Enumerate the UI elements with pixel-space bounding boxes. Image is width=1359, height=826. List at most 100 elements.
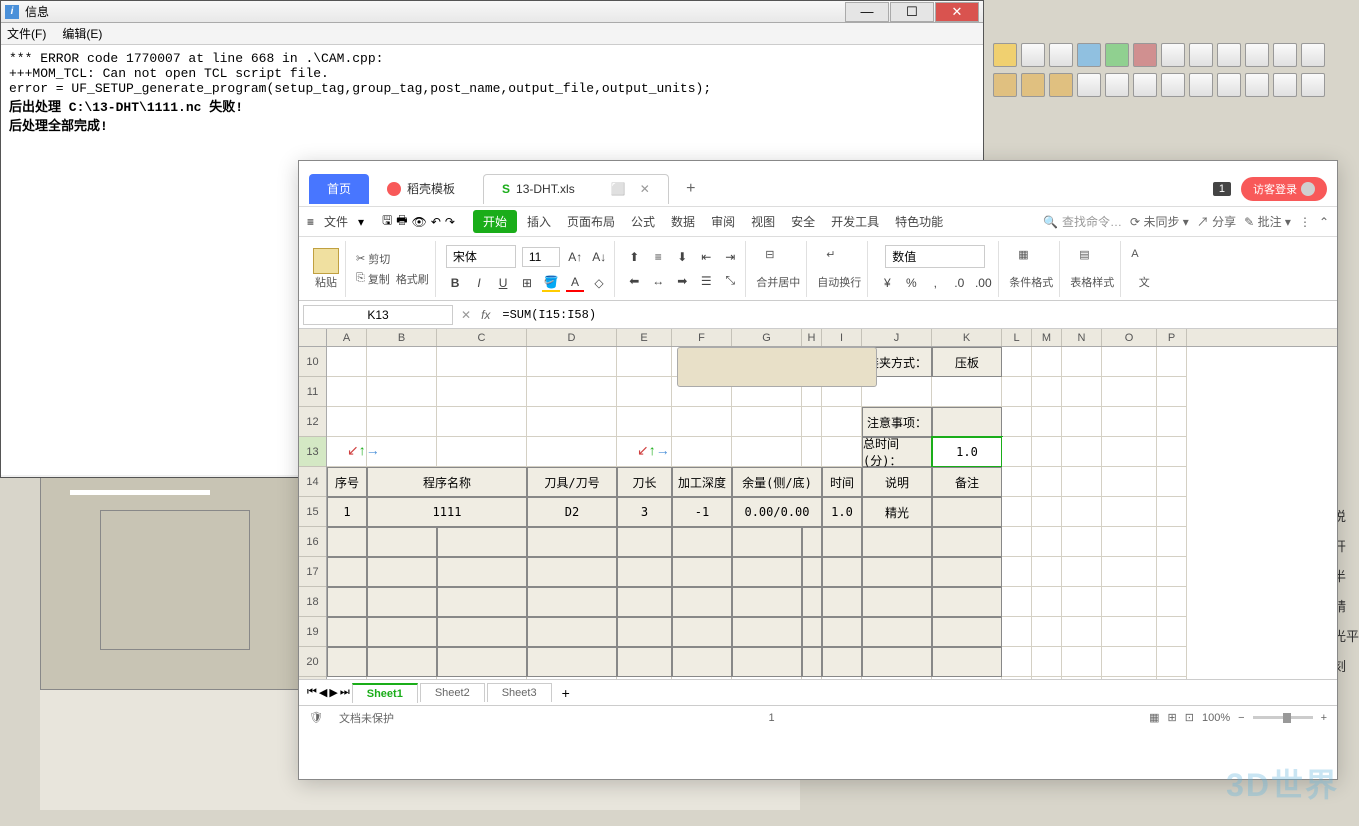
cell-J18[interactable] <box>862 587 932 617</box>
view-page-icon[interactable]: ⊞ <box>1168 711 1177 724</box>
cad-tool-btn[interactable] <box>1245 73 1269 97</box>
cell-O14[interactable] <box>1102 467 1157 497</box>
tab-template[interactable]: 稻壳模板 <box>369 174 473 204</box>
table-style-button[interactable]: ▤ 表格样式 <box>1070 248 1114 290</box>
font-color-button[interactable]: A <box>566 274 584 292</box>
dec-dec-icon[interactable]: .00 <box>974 274 992 292</box>
cell-I21[interactable] <box>822 677 862 679</box>
cell-J21[interactable] <box>862 677 932 679</box>
info-titlebar[interactable]: i 信息 — ☐ ✕ <box>1 1 983 23</box>
cell-D14[interactable]: 刀具/刀号 <box>527 467 617 497</box>
menu-edit[interactable]: 编辑(E) <box>62 25 102 42</box>
cell-P15[interactable] <box>1157 497 1187 527</box>
cell-L19[interactable] <box>1002 617 1032 647</box>
align-bot-icon[interactable]: ⬇ <box>673 248 691 266</box>
align-top-icon[interactable]: ⬆ <box>625 248 643 266</box>
fx-cancel-icon[interactable]: ✕ <box>457 308 475 322</box>
cell-C20[interactable] <box>437 647 527 677</box>
cond-fmt-button[interactable]: ▦ 条件格式 <box>1009 248 1053 290</box>
cell-B20[interactable] <box>367 647 437 677</box>
cell-E15[interactable]: 3 <box>617 497 672 527</box>
cad-tool-btn[interactable] <box>1049 73 1073 97</box>
cell-D18[interactable] <box>527 587 617 617</box>
col-header-B[interactable]: B <box>367 329 437 346</box>
italic-button[interactable]: I <box>470 274 488 292</box>
sheet-tab-3[interactable]: Sheet3 <box>487 683 552 702</box>
col-header-D[interactable]: D <box>527 329 617 346</box>
cell-G17[interactable] <box>732 557 802 587</box>
cell-K14[interactable]: 备注 <box>932 467 1002 497</box>
wps-titlebar[interactable] <box>299 161 1337 171</box>
cell-L13[interactable] <box>1002 437 1032 467</box>
cell-N19[interactable] <box>1062 617 1102 647</box>
col-header-O[interactable]: O <box>1102 329 1157 346</box>
cad-tool-btn[interactable] <box>1189 43 1213 67</box>
cell-K17[interactable] <box>932 557 1002 587</box>
cell-E17[interactable] <box>617 557 672 587</box>
cad-tool-btn[interactable] <box>1301 73 1325 97</box>
cell-N13[interactable] <box>1062 437 1102 467</box>
col-header-K[interactable]: K <box>932 329 1002 346</box>
menu-review[interactable]: 审阅 <box>705 210 741 233</box>
cell-K16[interactable] <box>932 527 1002 557</box>
cell-O12[interactable] <box>1102 407 1157 437</box>
cell-C11[interactable] <box>437 377 527 407</box>
cell-P11[interactable] <box>1157 377 1187 407</box>
indent-dec-icon[interactable]: ⇤ <box>697 248 715 266</box>
cell-E21[interactable] <box>617 677 672 679</box>
cell-D21[interactable] <box>527 677 617 679</box>
cad-tool-btn[interactable] <box>993 43 1017 67</box>
row-header-12[interactable]: 12 <box>299 407 326 437</box>
cut-button[interactable]: ✂ 剪切 <box>356 251 390 267</box>
more-icon[interactable]: ⋮ <box>1299 215 1311 229</box>
zoom-label[interactable]: 100% <box>1202 712 1230 724</box>
wrap-button[interactable]: ↵ 自动换行 <box>817 248 861 290</box>
collapse-icon[interactable]: ⌃ <box>1319 215 1329 229</box>
sheet-nav-next-icon[interactable]: ▶ <box>329 686 337 699</box>
comma-icon[interactable]: , <box>926 274 944 292</box>
cell-O20[interactable] <box>1102 647 1157 677</box>
close-button[interactable]: ✕ <box>935 2 979 22</box>
cell-L11[interactable] <box>1002 377 1032 407</box>
menu-special[interactable]: 特色功能 <box>889 210 949 233</box>
cell-I13[interactable] <box>822 437 862 467</box>
cell-J16[interactable] <box>862 527 932 557</box>
cell-O13[interactable] <box>1102 437 1157 467</box>
cell-M14[interactable] <box>1032 467 1062 497</box>
cell-M10[interactable] <box>1032 347 1062 377</box>
menu-insert[interactable]: 插入 <box>521 210 557 233</box>
cad-tool-btn[interactable] <box>1077 43 1101 67</box>
print-icon[interactable]: 🖶 <box>396 211 407 232</box>
cell-D11[interactable] <box>527 377 617 407</box>
cad-tool-btn[interactable] <box>1217 43 1241 67</box>
col-header-A[interactable]: A <box>327 329 367 346</box>
cell-F21[interactable] <box>672 677 732 679</box>
col-header-M[interactable]: M <box>1032 329 1062 346</box>
login-button[interactable]: 访客登录 <box>1241 177 1327 201</box>
sheet-nav-prev-icon[interactable]: ◀ <box>319 686 327 699</box>
paste-button[interactable]: 粘贴 <box>313 248 339 290</box>
cell-B11[interactable] <box>367 377 437 407</box>
cell-L12[interactable] <box>1002 407 1032 437</box>
cell-O11[interactable] <box>1102 377 1157 407</box>
cell-J19[interactable] <box>862 617 932 647</box>
sheet-add-button[interactable]: + <box>554 685 578 701</box>
dec-inc-icon[interactable]: .0 <box>950 274 968 292</box>
cad-tool-btn[interactable] <box>1301 43 1325 67</box>
cad-tool-btn[interactable] <box>1217 73 1241 97</box>
cell-B18[interactable] <box>367 587 437 617</box>
cell-B15[interactable]: 1111 <box>367 497 527 527</box>
font-grow-icon[interactable]: A↑ <box>566 248 584 266</box>
cell-P19[interactable] <box>1157 617 1187 647</box>
cell-D17[interactable] <box>527 557 617 587</box>
cad-tool-btn[interactable] <box>1273 43 1297 67</box>
save-icon[interactable]: 🖫 <box>382 211 392 232</box>
row-header-17[interactable]: 17 <box>299 557 326 587</box>
menu-formula[interactable]: 公式 <box>625 210 661 233</box>
cell-I12[interactable] <box>822 407 862 437</box>
cell-M19[interactable] <box>1032 617 1062 647</box>
cell-F12[interactable] <box>672 407 732 437</box>
cell-M15[interactable] <box>1032 497 1062 527</box>
menu-page[interactable]: 页面布局 <box>561 210 621 233</box>
formula-input[interactable]: =SUM(I15:I58) <box>496 306 1337 324</box>
